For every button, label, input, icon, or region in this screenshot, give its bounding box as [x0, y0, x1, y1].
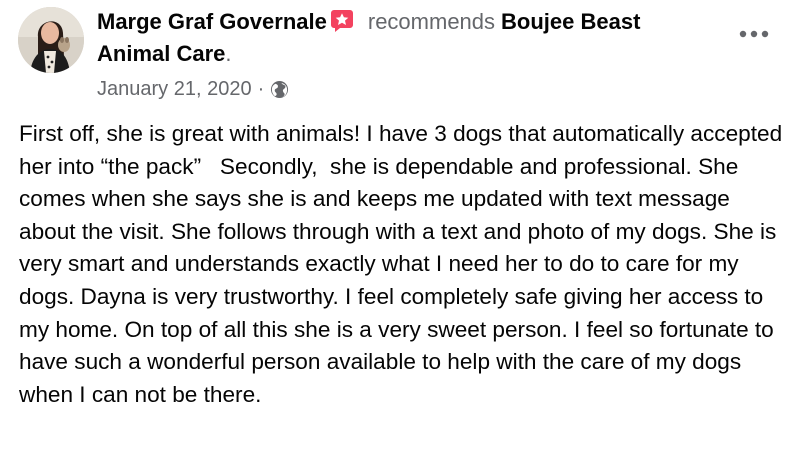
- post-header: Marge Graf Governale recommends Boujee Bea…: [97, 6, 717, 70]
- star-badge-icon: [330, 9, 354, 33]
- author-avatar[interactable]: [18, 7, 84, 73]
- more-options-icon[interactable]: [738, 26, 770, 42]
- recommendation-post: Marge Graf Governale recommends Boujee Bea…: [0, 0, 793, 449]
- meta-separator: ·: [257, 78, 265, 100]
- recommends-label: recommends: [367, 9, 496, 34]
- author-name[interactable]: Marge Graf Governale: [97, 9, 327, 34]
- post-meta: January 21, 2020 ·: [97, 76, 289, 102]
- header-period: .: [225, 41, 232, 66]
- post-date[interactable]: January 21, 2020: [97, 76, 252, 102]
- post-body: First off, she is great with animals! I …: [19, 121, 789, 407]
- globe-icon[interactable]: [270, 80, 289, 99]
